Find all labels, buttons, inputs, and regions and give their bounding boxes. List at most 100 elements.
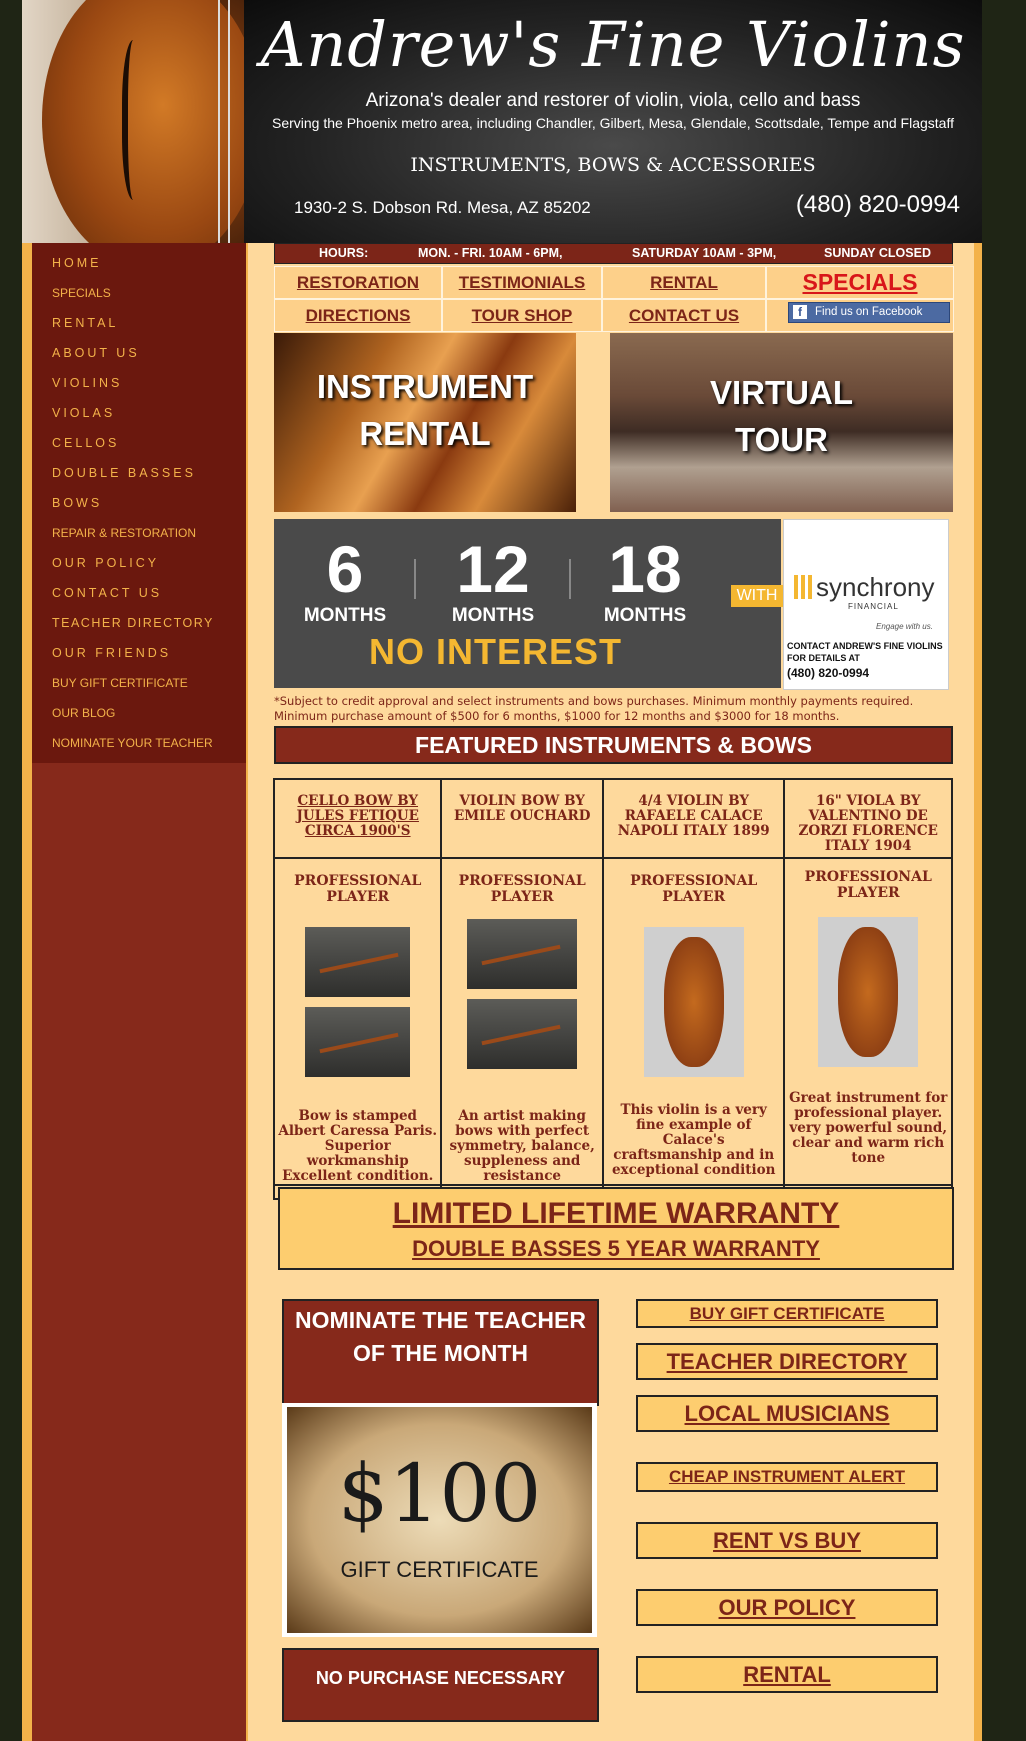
- site-subtitle: Arizona's dealer and restorer of violin,…: [365, 90, 861, 111]
- nav-cellos[interactable]: CELLOS: [52, 436, 119, 450]
- featured-instruments-table: CELLO BOW BY JULES FETIQUE CIRCA 1900'S …: [272, 778, 953, 1200]
- nav-bows[interactable]: BOWS: [52, 496, 102, 510]
- hours-weekdays: MON. - FRI. 10AM - 6PM,: [418, 246, 563, 260]
- bow-frog-photo[interactable]: [305, 1007, 411, 1077]
- instrument-name: 16" VIOLA BY VALENTINO DE ZORZI FLORENCE…: [783, 778, 953, 859]
- warranty-line-2: DOUBLE BASSES 5 YEAR WARRANTY: [412, 1236, 820, 1261]
- nominate-teacher-box[interactable]: NOMINATE THE TEACHER OF THE MONTH: [282, 1299, 599, 1406]
- facebook-label: Find us on Facebook: [815, 306, 923, 318]
- nav-about-us[interactable]: ABOUT US: [52, 346, 140, 360]
- buy-gift-certificate-button[interactable]: BUY GIFT CERTIFICATE: [636, 1299, 938, 1328]
- link-contact-us[interactable]: CONTACT US: [602, 299, 766, 332]
- nav-repair-restoration[interactable]: REPAIR & RESTORATION: [52, 526, 196, 540]
- tour-caption-1: VIRTUAL: [710, 374, 853, 411]
- bow-photo[interactable]: [467, 919, 578, 989]
- instrument-card: PROFESSIONAL PLAYER Bow is stamped Alber…: [272, 857, 443, 1186]
- our-policy-button[interactable]: OUR POLICY: [636, 1589, 938, 1626]
- player-level: PROFESSIONAL PLAYER: [630, 873, 758, 905]
- hours-sunday: SUNDAY CLOSED: [824, 246, 931, 260]
- nav-home[interactable]: HOME: [52, 256, 102, 270]
- hours-label: HOURS:: [319, 246, 369, 260]
- instrument-name: 4/4 VIOLIN BY RAFAELE CALACE NAPOLI ITAL…: [601, 778, 786, 859]
- synchrony-phone: (480) 820-0994: [787, 666, 870, 680]
- plan-12-unit: MONTHS: [451, 605, 535, 626]
- synchrony-financial: FINANCIAL: [848, 602, 899, 611]
- financing-disclaimer: *Subject to credit approval and select i…: [274, 694, 914, 723]
- hours-bar: HOURS: MON. - FRI. 10AM - 6PM, SATURDAY …: [274, 243, 953, 264]
- nav-our-blog[interactable]: OUR BLOG: [52, 706, 115, 720]
- synchrony-contact: CONTACT ANDREW'S FINE VIOLINS FOR DETAIL…: [787, 641, 943, 663]
- warranty-line-1: LIMITED LIFETIME WARRANTY: [392, 1197, 840, 1230]
- nav-rental[interactable]: RENTAL: [52, 316, 118, 330]
- teacher-directory-button[interactable]: TEACHER DIRECTORY: [636, 1343, 938, 1380]
- warranty-box[interactable]: LIMITED LIFETIME WARRANTY DOUBLE BASSES …: [278, 1187, 954, 1270]
- nav-our-policy[interactable]: OUR POLICY: [52, 556, 159, 570]
- instrument-description: Bow is stamped Albert Caressa Paris. Sup…: [278, 1108, 438, 1184]
- featured-heading: FEATURED INSTRUMENTS & BOWS: [274, 726, 953, 764]
- synchrony-logo: synchrony: [794, 572, 935, 603]
- local-musicians-button[interactable]: LOCAL MUSICIANS: [636, 1395, 938, 1432]
- site-header: Andrew's Fine Violins Arizona's dealer a…: [22, 0, 982, 243]
- nav-violins[interactable]: VIOLINS: [52, 376, 122, 390]
- link-specials[interactable]: SPECIALS: [766, 266, 954, 299]
- rental-button[interactable]: RENTAL: [636, 1656, 938, 1693]
- rental-caption-2: RENTAL: [359, 415, 491, 452]
- player-level: PROFESSIONAL PLAYER: [804, 869, 932, 901]
- instrument-description: An artist making bows with perfect symme…: [449, 1108, 595, 1184]
- tagline: INSTRUMENTS, BOWS & ACCESSORIES: [410, 154, 816, 176]
- instrument-name[interactable]: CELLO BOW BY JULES FETIQUE CIRCA 1900'S: [272, 778, 443, 859]
- link-rental[interactable]: RENTAL: [602, 266, 766, 299]
- plan-6-unit: MONTHS: [303, 605, 387, 626]
- header-banner: Andrew's Fine Violins Arizona's dealer a…: [244, 0, 982, 243]
- nav-violas[interactable]: VIOLAS: [52, 406, 115, 420]
- nav-contact-us[interactable]: CONTACT US: [52, 586, 162, 600]
- nav-double-basses[interactable]: DOUBLE BASSES: [52, 466, 196, 480]
- violin-photo[interactable]: [643, 927, 744, 1077]
- instrument-card: PROFESSIONAL PLAYER Great instrument for…: [783, 857, 953, 1186]
- gift-amount: $100: [337, 1447, 542, 1540]
- with-label: WITH: [731, 585, 783, 607]
- plan-18-unit: MONTHS: [603, 605, 687, 626]
- instrument-rental-banner[interactable]: INSTRUMENT RENTAL: [274, 333, 576, 512]
- site-title[interactable]: Andrew's Fine Violins: [244, 8, 982, 81]
- bow-frog-photo[interactable]: [467, 999, 578, 1069]
- sidebar: HOME SPECIALS RENTAL ABOUT US VIOLINS VI…: [32, 243, 246, 1741]
- viola-photo[interactable]: [818, 917, 919, 1067]
- tour-caption-2: TOUR: [735, 421, 828, 458]
- nav-teacher-directory[interactable]: TEACHER DIRECTORY: [52, 616, 214, 630]
- instrument-card: PROFESSIONAL PLAYER An artist making bow…: [440, 857, 604, 1186]
- nav-nominate-teacher[interactable]: NOMINATE YOUR TEACHER: [52, 736, 213, 750]
- main-content: HOURS: MON. - FRI. 10AM - 6PM, SATURDAY …: [248, 243, 974, 1741]
- phone-number: (480) 820-0994: [795, 191, 960, 218]
- plan-18-number: 18: [608, 532, 682, 606]
- plan-12-number: 12: [456, 532, 530, 606]
- bow-photo[interactable]: [305, 927, 411, 997]
- link-restoration[interactable]: RESTORATION: [274, 266, 442, 299]
- synchrony-tagline: Engage with us.: [876, 622, 933, 631]
- facebook-button[interactable]: f Find us on Facebook: [788, 302, 950, 323]
- cheap-instrument-alert-button[interactable]: CHEAP INSTRUMENT ALERT: [636, 1462, 938, 1492]
- no-interest: NO INTEREST: [369, 631, 623, 672]
- financing-banner[interactable]: 6 MONTHS 12 MONTHS 18 MONTHS NO INTEREST…: [274, 519, 783, 688]
- player-level: PROFESSIONAL PLAYER: [458, 873, 586, 905]
- player-level: PROFESSIONAL PLAYER: [294, 873, 422, 905]
- nav-our-friends[interactable]: OUR FRIENDS: [52, 646, 171, 660]
- virtual-tour-banner[interactable]: VIRTUAL TOUR: [610, 333, 953, 512]
- link-directions[interactable]: DIRECTIONS: [274, 299, 442, 332]
- link-tour-shop[interactable]: TOUR SHOP: [442, 299, 602, 332]
- rental-caption-1: INSTRUMENT: [316, 368, 534, 405]
- plan-6-number: 6: [326, 532, 364, 606]
- gift-certificate-image[interactable]: $100 GIFT CERTIFICATE: [282, 1403, 597, 1637]
- facebook-icon: f: [793, 305, 807, 319]
- instrument-description: This violin is a very fine example of Ca…: [611, 1102, 776, 1178]
- nav-buy-gift-certificate[interactable]: BUY GIFT CERTIFICATE: [52, 676, 188, 690]
- link-testimonials[interactable]: TESTIMONIALS: [442, 266, 602, 299]
- rent-vs-buy-button[interactable]: RENT VS BUY: [636, 1522, 938, 1559]
- violin-photo: [22, 0, 244, 243]
- gift-certificate-label: GIFT CERTIFICATE: [340, 1557, 539, 1582]
- nav-specials[interactable]: SPECIALS: [52, 286, 111, 300]
- sidebar-nav: HOME SPECIALS RENTAL ABOUT US VIOLINS VI…: [32, 243, 246, 763]
- hours-saturday: SATURDAY 10AM - 3PM,: [632, 246, 777, 260]
- instrument-description: Great instrument for professional player…: [789, 1090, 948, 1166]
- synchrony-ad[interactable]: synchrony FINANCIAL Engage with us. CONT…: [783, 519, 949, 690]
